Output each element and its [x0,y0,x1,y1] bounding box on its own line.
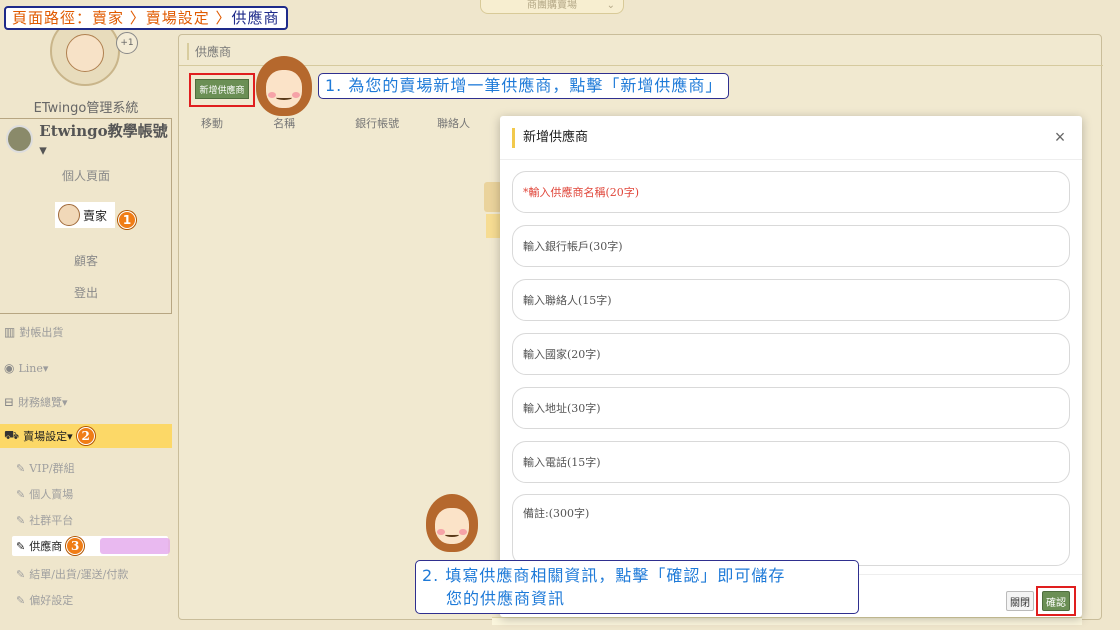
mascot-cheek [459,528,467,535]
top-store-select[interactable]: 商團購賣場 ⌄ [480,0,624,14]
avatar [6,125,34,153]
cart-icon: ⛟ [4,428,20,442]
divider [179,65,1103,66]
edit-icon: ✎ [16,487,26,501]
breadcrumb: 頁面路徑：賣家 〉賣場設定 〉供應商 [4,6,288,30]
edit-icon: ✎ [16,539,26,553]
edit-icon: ✎ [16,567,26,581]
col-bank: 銀行帳號 [355,117,400,130]
bank-account-field[interactable] [512,225,1070,267]
mascot-cheek [291,92,300,98]
sub-community-label: 社群平台 [29,514,74,527]
line-chat-icon: ◉ [4,361,15,375]
highlight-box: 新增供應商 [189,73,255,107]
mascot-face [266,70,302,108]
contact-field[interactable] [512,279,1070,321]
callout-step2-line2: 您的供應商資訊 [446,589,566,608]
edit-icon: ✎ [16,461,26,475]
table-header: 移動 名稱 銀行帳號 聯絡人 [189,115,519,135]
sub-preferences-label: 偏好設定 [29,594,74,607]
mascot-cheek [437,528,445,535]
page-title: 供應商 [187,43,231,60]
confirm-button[interactable]: 確認 [1042,591,1070,611]
step-badge-2: 2 [76,427,95,445]
note-field[interactable] [512,494,1070,566]
mascot-guide-1-icon [256,56,312,116]
phone-field[interactable] [512,441,1070,483]
nav-store-settings[interactable]: ⛟ 賣場設定▾ 2 [0,424,172,448]
seller-mascot-icon [58,204,80,226]
add-supplier-button[interactable]: 新增供應商 [195,79,249,99]
nav-finance-label: 財務總覽▾ [18,396,68,409]
sub-vip-label: VIP/群組 [29,462,75,475]
close-button[interactable]: 關閉 [1006,591,1034,611]
sidebar: +1 ETwingo管理系統 Etwingo教學帳號▾ 個人頁面 顧客 登出 賣… [0,0,172,630]
breadcrumb-current: 供應商 [231,9,280,27]
sub-community[interactable]: ✎ 社群平台 [16,510,73,530]
close-icon[interactable]: × [1048,125,1072,149]
callout-step2-line1: 2. 填寫供應商相關資訊，點擊「確認」即可儲存 [422,566,786,585]
mascot-face [435,507,469,544]
sub-supplier[interactable]: ✎ 供應商 3 [12,536,170,556]
finance-icon: ⊟ [4,395,15,409]
edit-icon: ✎ [16,593,26,607]
sub-vip[interactable]: ✎ VIP/群組 [16,458,75,478]
sub-checkout[interactable]: ✎ 結單/出貨/運送/付款 [16,564,128,584]
breadcrumb-path: 頁面路徑：賣家 〉賣場設定 〉 [12,9,232,27]
address-field[interactable] [512,387,1070,429]
nav-reconcile-label: 對帳出貨 [19,326,64,339]
sub-checkout-label: 結單/出貨/運送/付款 [29,568,129,581]
sub-personal-store-label: 個人賣場 [29,488,74,501]
logo-mascot-icon [66,34,104,72]
modal-title: 新增供應商 [512,128,588,148]
nav-line-label: Line▾ [18,361,49,375]
tutorial-callout-step1: 1. 為您的賣場新增一筆供應商，點擊「新增供應商」 [318,73,730,99]
background-bar [492,617,1082,625]
modal-header: 新增供應商 × [500,116,1082,160]
account-switcher[interactable]: Etwingo教學帳號▾ [6,122,171,159]
nav-reconcile[interactable]: ▥ 對帳出貨 [4,320,63,344]
col-move: 移動 [201,117,223,130]
edit-icon: ✎ [16,513,26,527]
mascot-mouth [444,532,460,537]
add-supplier-modal: 新增供應商 × 關閉 確認 [500,116,1082,617]
nav-line[interactable]: ◉ Line▾ [4,356,48,380]
sub-personal-store[interactable]: ✎ 個人賣場 [16,484,73,504]
top-select-label: 商團購賣場 [527,0,577,11]
supplier-name-field[interactable] [512,171,1070,213]
mascot-guide-2-icon [426,494,478,552]
highlight-box: 確認 [1036,586,1076,616]
chart-icon: ▥ [4,325,16,339]
chevron-down-icon: ⌄ [606,0,615,11]
country-field[interactable] [512,333,1070,375]
logout-link[interactable]: 登出 [0,284,172,301]
seller-role-button[interactable]: 賣家 [55,202,115,228]
sub-supplier-label: 供應商 [29,540,63,553]
nav-store-label: 賣場設定▾ [23,430,73,443]
logo-badge: +1 [116,32,138,54]
nav-finance[interactable]: ⊟ 財務總覽▾ [4,390,68,414]
col-name: 名稱 [273,117,296,130]
step-badge-3: 3 [66,537,85,555]
system-title: ETwingo管理系統 [33,101,139,116]
step-badge-1: 1 [118,211,136,229]
seller-label: 賣家 [83,208,108,223]
sub-preferences[interactable]: ✎ 偏好設定 [16,590,73,610]
tutorial-callout-step2: 2. 填寫供應商相關資訊，點擊「確認」即可儲存 您的供應商資訊 [415,560,859,614]
profile-link[interactable]: 個人頁面 [0,167,172,184]
account-name: Etwingo教學帳號▾ [39,121,168,159]
highlight-scribble [100,538,170,554]
customer-link[interactable]: 顧客 [0,252,172,269]
